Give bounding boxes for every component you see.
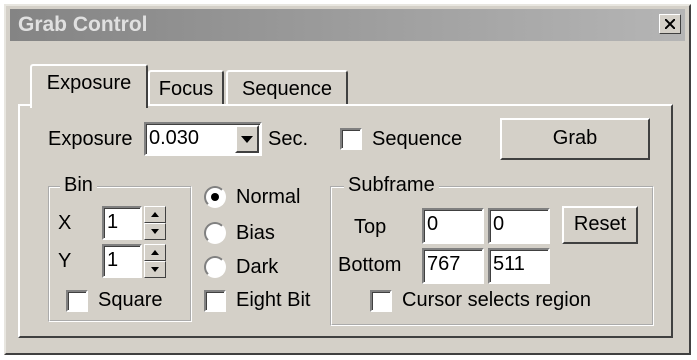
- spin-up-icon: [151, 250, 159, 255]
- reset-button-label: Reset: [573, 213, 627, 235]
- radio-selected-dot: [211, 193, 219, 201]
- eight-bit-checkbox[interactable]: [204, 290, 226, 312]
- exposure-value: 0.030: [149, 127, 200, 149]
- subframe-bottom-label: Bottom: [338, 254, 402, 276]
- bin-y-spin-up[interactable]: [144, 244, 166, 261]
- grab-button-label: Grab: [552, 127, 598, 149]
- tab-focus-label: Focus: [158, 78, 214, 100]
- exposure-tab-panel: Exposure 0.030 Sec. Sequence Grab Bin X …: [18, 104, 673, 338]
- spin-up-icon: [151, 212, 159, 217]
- radio-normal-label: Normal: [236, 186, 301, 208]
- spin-down-icon: [151, 267, 159, 272]
- tab-exposure-label: Exposure: [46, 72, 132, 94]
- square-checkbox-label: Square: [98, 289, 163, 311]
- eight-bit-checkbox-label: Eight Bit: [236, 289, 311, 311]
- bin-x-label: X: [58, 212, 72, 234]
- subframe-top-label: Top: [354, 216, 387, 238]
- grab-button[interactable]: Grab: [500, 118, 650, 160]
- cursor-selects-region-checkbox[interactable]: [370, 290, 392, 312]
- tab-sequence-label: Sequence: [241, 78, 333, 100]
- window-title: Grab Control: [18, 13, 148, 36]
- subframe-bottom-x-input[interactable]: 767: [422, 248, 484, 284]
- bin-y-spin-down[interactable]: [144, 261, 166, 278]
- exposure-label: Exposure: [48, 128, 133, 150]
- subframe-group-title: Subframe: [344, 174, 439, 197]
- radio-bias-label: Bias: [236, 222, 275, 244]
- sequence-checkbox-label: Sequence: [372, 128, 463, 150]
- close-icon: [665, 19, 675, 29]
- bin-y-value: 1: [107, 249, 119, 271]
- tab-sequence[interactable]: Sequence: [226, 70, 348, 108]
- tab-exposure[interactable]: Exposure: [30, 64, 148, 108]
- reset-button[interactable]: Reset: [562, 206, 638, 244]
- title-bar[interactable]: Grab Control: [10, 9, 685, 41]
- exposure-combobox[interactable]: 0.030: [144, 122, 262, 156]
- radio-dark[interactable]: [204, 256, 226, 278]
- bin-x-input[interactable]: 1: [102, 206, 142, 240]
- exposure-dropdown-button[interactable]: [235, 125, 259, 153]
- square-checkbox[interactable]: [66, 290, 88, 312]
- chevron-down-icon: [241, 136, 253, 143]
- bin-y-label: Y: [58, 250, 72, 272]
- bin-y-input[interactable]: 1: [102, 244, 142, 278]
- cursor-selects-region-label: Cursor selects region: [402, 289, 591, 311]
- tab-focus[interactable]: Focus: [148, 70, 224, 108]
- subframe-bottom-y-value: 511: [493, 253, 525, 275]
- bin-x-spin-down[interactable]: [144, 223, 166, 240]
- exposure-unit: Sec.: [268, 128, 309, 150]
- subframe-bottom-y-input[interactable]: 511: [488, 248, 550, 284]
- radio-bias[interactable]: [204, 222, 226, 244]
- sequence-checkbox[interactable]: [340, 128, 362, 150]
- close-button[interactable]: [659, 14, 681, 34]
- subframe-top-y-value: 0: [493, 213, 505, 235]
- subframe-bottom-x-value: 767: [427, 253, 461, 275]
- subframe-top-x-value: 0: [427, 213, 439, 235]
- radio-dark-label: Dark: [236, 256, 279, 278]
- subframe-top-x-input[interactable]: 0: [422, 208, 484, 244]
- spin-down-icon: [151, 229, 159, 234]
- radio-normal[interactable]: [204, 186, 226, 208]
- subframe-top-y-input[interactable]: 0: [488, 208, 550, 244]
- bin-x-value: 1: [107, 211, 119, 233]
- bin-x-spin-up[interactable]: [144, 206, 166, 223]
- bin-group-title: Bin: [60, 174, 97, 197]
